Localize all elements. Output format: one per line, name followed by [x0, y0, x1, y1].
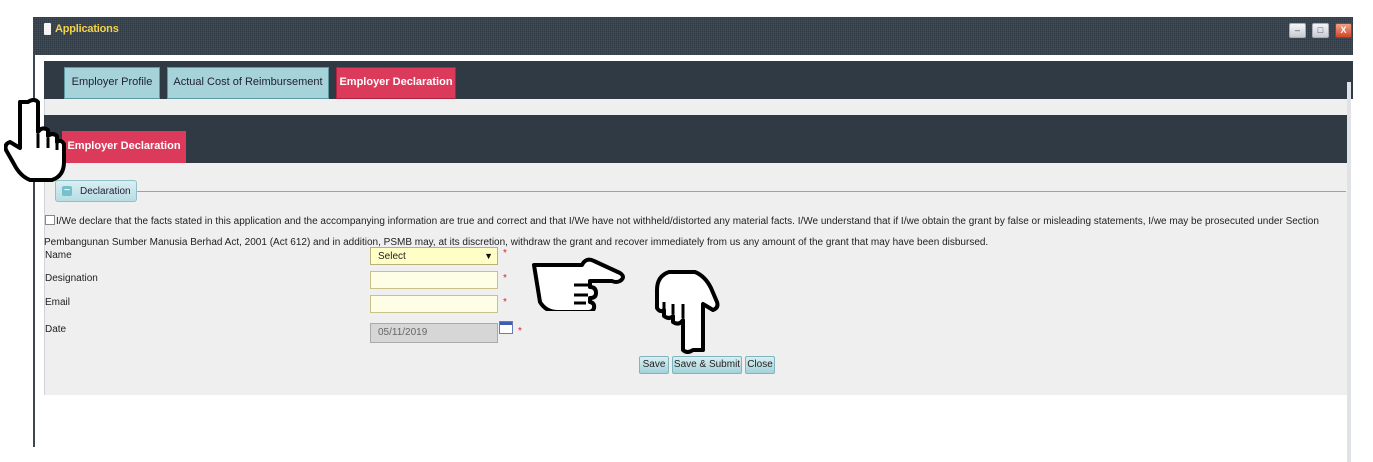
minimize-icon: – — [1294, 25, 1300, 35]
name-select[interactable]: Select ▼ — [370, 247, 498, 265]
calendar-icon[interactable] — [499, 321, 513, 334]
declaration-text: I/We declare that the facts stated in th… — [44, 216, 1319, 248]
name-select-value: Select — [378, 251, 406, 262]
minimize-button[interactable]: – — [1289, 23, 1306, 38]
window-title: Applications — [55, 23, 119, 35]
fieldset-legend-label: Declaration — [80, 186, 131, 197]
declaration-checkbox[interactable] — [45, 215, 55, 225]
dropdown-arrow-icon: ▼ — [484, 251, 493, 261]
date-label: Date — [45, 324, 67, 335]
applications-window: Applications – □ X Employer Profile Actu… — [33, 17, 1353, 462]
tab-actual-cost-of-reimbursement[interactable]: Actual Cost of Reimbursement — [167, 67, 329, 99]
email-label: Email — [45, 297, 71, 308]
tab-employer-profile[interactable]: Employer Profile — [64, 67, 160, 99]
document-icon — [44, 23, 51, 35]
scrollbar-track[interactable] — [1347, 82, 1351, 462]
close-button[interactable]: Close — [745, 356, 775, 374]
required-mark: * — [503, 248, 507, 259]
designation-input[interactable] — [370, 271, 498, 289]
fieldset-divider — [137, 191, 1346, 192]
close-icon: X — [1340, 25, 1347, 35]
tab-employer-declaration[interactable]: Employer Declaration — [336, 67, 456, 99]
save-submit-button[interactable]: Save & Submit — [672, 356, 742, 374]
declaration-fieldset-legend[interactable]: − Declaration — [55, 180, 137, 202]
maximize-icon: □ — [1317, 25, 1324, 35]
subtab-employer-declaration[interactable]: Employer Declaration — [62, 131, 186, 163]
collapse-icon[interactable]: − — [62, 186, 72, 196]
required-mark: * — [503, 273, 507, 284]
pointing-hand-down-icon — [655, 270, 720, 354]
save-button[interactable]: Save — [639, 356, 669, 374]
email-input[interactable] — [370, 295, 498, 313]
close-window-button[interactable]: X — [1335, 23, 1352, 38]
pointing-hand-up-icon — [4, 98, 66, 182]
date-input[interactable]: 05/11/2019 — [370, 323, 498, 343]
maximize-button[interactable]: □ — [1312, 23, 1329, 38]
required-mark: * — [518, 326, 522, 337]
designation-label: Designation — [45, 273, 98, 284]
name-label: Name — [45, 250, 72, 261]
pointing-hand-right-icon — [532, 257, 625, 311]
window-titlebar[interactable]: Applications – □ X — [33, 17, 1353, 55]
required-mark: * — [503, 297, 507, 308]
tab-strip: Employer Profile Actual Cost of Reimburs… — [44, 61, 1353, 99]
section-tab-bar: Employer Declaration — [44, 115, 1347, 163]
